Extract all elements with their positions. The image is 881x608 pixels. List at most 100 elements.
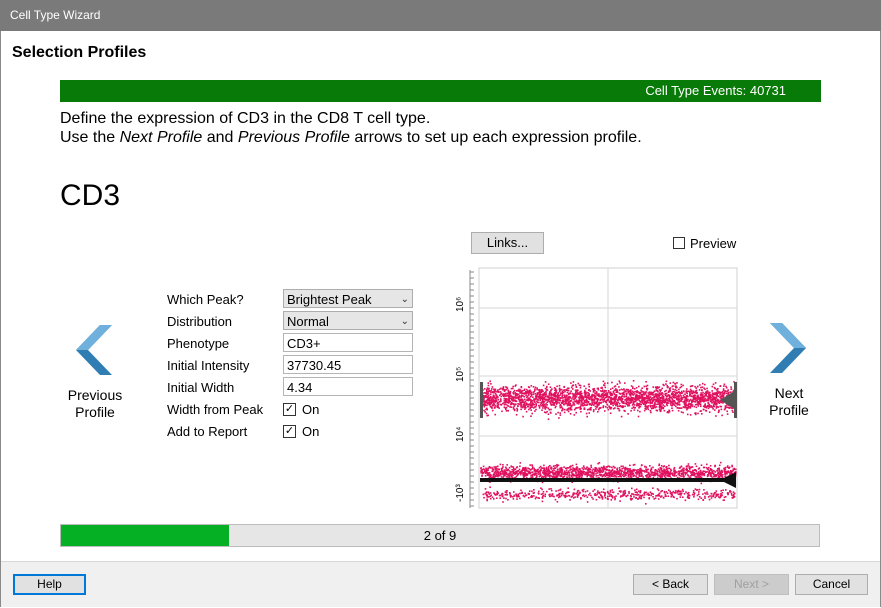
event-point [498,494,501,497]
event-point [509,493,511,495]
left-gate-bar[interactable] [480,382,483,418]
event-point [556,397,559,399]
event-point [680,396,682,399]
add-to-report-checkbox[interactable]: ✓ [283,425,296,438]
event-point [543,471,546,474]
event-point [625,388,628,391]
event-point [497,389,499,391]
event-point [531,473,534,476]
event-point [668,388,671,390]
event-point [561,392,563,394]
event-point [625,392,628,395]
event-point [496,391,498,393]
event-point [624,410,626,412]
event-point [498,468,500,471]
phenotype-input[interactable]: CD3+ [283,333,413,352]
preview-label[interactable]: Preview [690,236,736,251]
event-point [491,398,493,401]
next-button[interactable]: Next > [714,574,789,595]
event-point [710,394,712,396]
preview-checkbox[interactable] [673,237,685,249]
event-point [628,490,630,493]
width-from-peak-checkbox[interactable]: ✓ [283,403,296,416]
event-point [593,404,595,406]
event-point [505,410,508,412]
event-point [655,398,658,401]
event-point [513,491,515,493]
event-point [616,405,619,407]
event-point [703,466,706,469]
help-button[interactable]: Help [13,574,86,595]
event-point [560,492,563,495]
event-point [686,394,688,397]
event-point [669,475,671,478]
event-point [611,468,614,471]
back-button[interactable]: < Back [633,574,708,595]
event-point [729,391,731,394]
links-button[interactable]: Links... [471,232,544,254]
plot-axis-ticks [470,271,474,507]
event-point [615,403,617,406]
event-point [643,496,645,499]
distribution-select[interactable]: Normal ⌄ [283,311,413,330]
event-point [690,472,692,474]
event-point [677,391,680,394]
event-point [655,406,658,408]
event-point [645,408,647,410]
width-from-peak-value[interactable]: On [302,402,319,417]
event-point [491,388,493,390]
cancel-button[interactable]: Cancel [795,574,868,595]
event-point [568,472,570,474]
event-point [646,493,648,496]
right-gate-bar[interactable] [734,382,737,418]
event-point [712,495,715,498]
event-point [596,393,598,396]
event-point [668,467,670,470]
event-point [530,393,533,396]
event-point [628,403,630,405]
lower-gate-line[interactable] [480,478,736,482]
initial-width-input[interactable]: 4.34 [283,377,413,396]
next-profile-label[interactable]: Next Profile [749,385,829,419]
event-point [494,494,497,496]
event-point [598,403,600,406]
event-point [556,385,558,388]
event-point [668,464,670,467]
event-point [587,471,590,474]
event-point [641,387,643,389]
event-point [522,415,524,418]
event-point [601,399,604,401]
cell-type-events-bar: Cell Type Events: 40731 [60,80,821,102]
previous-profile-label[interactable]: Previous Profile [55,387,135,421]
event-point [529,395,532,398]
event-point [544,381,547,383]
event-point [700,471,702,474]
event-point [563,466,565,468]
event-point [619,496,622,498]
previous-profile-arrow-icon[interactable] [74,325,114,375]
event-point [597,490,599,492]
event-point [563,400,565,403]
event-point [554,464,557,467]
event-point [581,489,584,491]
event-point [690,403,693,405]
event-point [563,394,566,396]
event-point [683,406,685,409]
event-point [637,409,639,412]
expression-plot[interactable]: 10⁶ 10⁵ 10⁴ -10³ [440,266,740,511]
which-peak-select[interactable]: Brightest Peak ⌄ [283,289,413,308]
next-profile-arrow-icon[interactable] [768,323,808,373]
event-point [659,404,661,406]
event-point [546,389,549,391]
initial-intensity-input[interactable]: 37730.45 [283,355,413,374]
event-point [509,496,512,498]
event-point [592,394,595,396]
event-point [581,467,584,469]
event-point [550,400,552,402]
event-point [571,464,574,467]
event-point [650,492,653,495]
event-point [549,397,552,399]
add-to-report-value[interactable]: On [302,424,319,439]
event-point [578,491,581,494]
event-point [537,468,539,471]
